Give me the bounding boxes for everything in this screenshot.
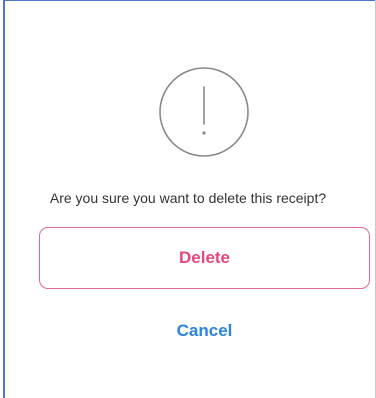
- delete-button[interactable]: Delete: [39, 227, 370, 289]
- exclamation-circle-icon: [159, 67, 249, 157]
- delete-receipt-dialog: Are you sure you want to delete this rec…: [0, 0, 376, 398]
- window-top-edge: [3, 0, 376, 1]
- confirmation-message: Are you sure you want to delete this rec…: [49, 190, 327, 206]
- cancel-button[interactable]: Cancel: [39, 309, 370, 353]
